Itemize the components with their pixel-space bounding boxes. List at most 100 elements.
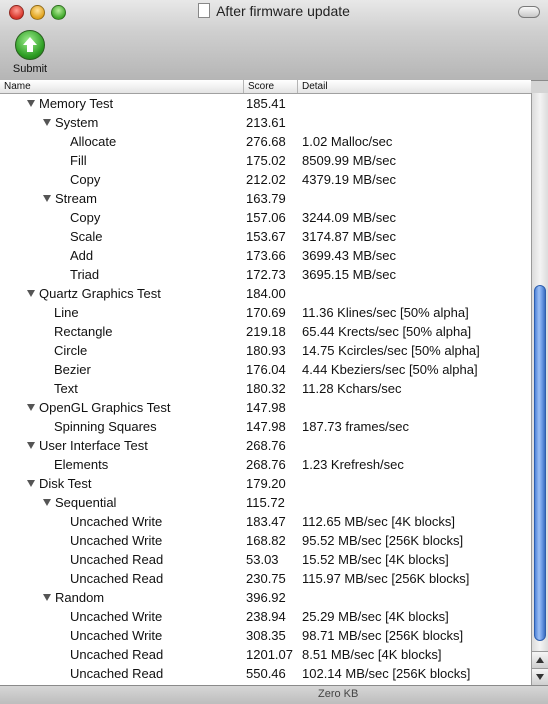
document-icon — [198, 3, 211, 18]
table-row[interactable]: Uncached Write 238.94 25.29 MB/sec [4K blo… — [0, 607, 531, 626]
row-score: 230.75 — [246, 571, 286, 586]
table-row[interactable]: Uncached Read 1201.07 8.51 MB/sec [4K bloc… — [0, 645, 531, 664]
row-score: 276.68 — [246, 134, 286, 149]
table-row[interactable]: Text 180.32 11.28 Kchars/sec — [0, 379, 531, 398]
row-name-cell: Sequential — [0, 493, 243, 512]
table-row[interactable]: Add 173.66 3699.43 MB/sec — [0, 246, 531, 265]
table-row[interactable]: Uncached Write 168.82 95.52 MB/sec [256K b… — [0, 531, 531, 550]
table-row[interactable]: Scale 153.67 3174.87 MB/sec — [0, 227, 531, 246]
row-detail: 14.75 Kcircles/sec [50% alpha] — [302, 343, 480, 358]
table-row[interactable]: Random 396.92 — [0, 588, 531, 607]
row-score: 173.66 — [246, 248, 286, 263]
row-detail: 187.73 frames/sec — [302, 419, 409, 434]
row-name-cell: Allocate — [0, 132, 243, 151]
table-header: Name Score Detail — [0, 80, 531, 94]
row-detail: 1.02 Malloc/sec — [302, 134, 393, 149]
table-row[interactable]: OpenGL Graphics Test 147.98 — [0, 398, 531, 417]
table-row[interactable]: Copy 212.02 4379.19 MB/sec — [0, 170, 531, 189]
row-name: Copy — [70, 172, 101, 187]
scroll-up-arrow-icon[interactable] — [532, 651, 548, 668]
scrollbar-thumb[interactable] — [534, 285, 546, 641]
row-detail: 65.44 Krects/sec [50% alpha] — [302, 324, 472, 339]
table-row[interactable]: Memory Test 185.41 — [0, 94, 531, 113]
table-row[interactable]: Line 170.69 11.36 Klines/sec [50% alpha] — [0, 303, 531, 322]
row-name-cell: Copy — [0, 170, 243, 189]
disclosure-triangle-icon[interactable] — [43, 119, 51, 126]
table-row[interactable]: Spinning Squares 147.98 187.73 frames/sec — [0, 417, 531, 436]
row-score: 213.61 — [246, 115, 286, 130]
disclosure-triangle-icon[interactable] — [27, 290, 35, 297]
table-row[interactable]: Copy 157.06 3244.09 MB/sec — [0, 208, 531, 227]
row-name-cell: System — [0, 113, 243, 132]
row-score: 157.06 — [246, 210, 286, 225]
row-name: Circle — [54, 343, 88, 358]
table-row[interactable]: Quartz Graphics Test 184.00 — [0, 284, 531, 303]
table-row[interactable]: Stream 163.79 — [0, 189, 531, 208]
row-score: 184.00 — [246, 286, 286, 301]
submit-button[interactable]: Submit — [8, 30, 52, 76]
row-score: 183.47 — [246, 514, 286, 529]
column-header-detail[interactable]: Detail — [298, 80, 531, 93]
row-name: Quartz Graphics Test — [39, 286, 161, 301]
row-name: Uncached Write — [70, 533, 163, 548]
table-row[interactable]: Triad 172.73 3695.15 MB/sec — [0, 265, 531, 284]
row-name-cell: Scale — [0, 227, 243, 246]
row-name: Uncached Read — [70, 666, 164, 681]
row-detail: 3695.15 MB/sec — [302, 267, 396, 282]
row-detail: 102.14 MB/sec [256K blocks] — [302, 666, 471, 681]
table-row[interactable]: Uncached Write 308.35 98.71 MB/sec [256K b… — [0, 626, 531, 645]
upload-arrow-icon — [15, 30, 45, 60]
row-score: 179.20 — [246, 476, 286, 491]
table-row[interactable]: Uncached Read 550.46 102.14 MB/sec [256K b… — [0, 664, 531, 683]
disclosure-triangle-icon[interactable] — [43, 594, 51, 601]
row-name: Disk Test — [39, 476, 92, 491]
row-name-cell: Spinning Squares — [0, 417, 243, 436]
row-name: Uncached Read — [70, 552, 164, 567]
row-name-cell: Copy — [0, 208, 243, 227]
column-header-name[interactable]: Name — [0, 80, 244, 93]
table-row[interactable]: Bezier 176.04 4.44 Kbeziers/sec [50% alpha… — [0, 360, 531, 379]
table-row[interactable]: Uncached Read 53.03 15.52 MB/sec [4K block… — [0, 550, 531, 569]
row-name-cell: Line — [0, 303, 243, 322]
row-name-cell: OpenGL Graphics Test — [0, 398, 243, 417]
table-row[interactable]: Uncached Read 230.75 115.97 MB/sec [256K b… — [0, 569, 531, 588]
disclosure-triangle-icon[interactable] — [27, 442, 35, 449]
vertical-scrollbar[interactable] — [531, 93, 548, 685]
table-rows: Memory Test 185.41 System 213.61 Allocate 276… — [0, 94, 531, 683]
table-row[interactable]: Elements 268.76 1.23 Krefresh/sec — [0, 455, 531, 474]
table-row[interactable]: System 213.61 — [0, 113, 531, 132]
disclosure-triangle-icon[interactable] — [27, 480, 35, 487]
row-name-cell: Uncached Read — [0, 569, 243, 588]
table-row[interactable]: Rectangle 219.18 65.44 Krects/sec [50% alp… — [0, 322, 531, 341]
table-row[interactable]: Circle 180.93 14.75 Kcircles/sec [50% alph… — [0, 341, 531, 360]
title-bar: After firmware update Submit — [0, 0, 548, 81]
row-name-cell: Uncached Read — [0, 550, 243, 569]
row-name-cell: User Interface Test — [0, 436, 243, 455]
table-row[interactable]: Sequential 115.72 — [0, 493, 531, 512]
disclosure-triangle-icon[interactable] — [27, 100, 35, 107]
column-header-score[interactable]: Score — [244, 80, 298, 93]
row-name-cell: Elements — [0, 455, 243, 474]
row-name-cell: Uncached Read — [0, 664, 243, 683]
disclosure-triangle-icon[interactable] — [27, 404, 35, 411]
table-row[interactable]: Fill 175.02 8509.99 MB/sec — [0, 151, 531, 170]
table-row[interactable]: User Interface Test 268.76 — [0, 436, 531, 455]
row-name-cell: Uncached Read — [0, 645, 243, 664]
row-detail: 8509.99 MB/sec — [302, 153, 396, 168]
table-row[interactable]: Disk Test 179.20 — [0, 474, 531, 493]
row-detail: 3174.87 MB/sec — [302, 229, 396, 244]
row-detail: 11.28 Kchars/sec — [302, 381, 402, 396]
row-score: 153.67 — [246, 229, 286, 244]
scroll-down-arrow-icon[interactable] — [532, 668, 548, 685]
row-score: 308.35 — [246, 628, 286, 643]
results-outline-table[interactable]: Name Score Detail Memory Test 185.41 Syste… — [0, 80, 531, 685]
disclosure-triangle-icon[interactable] — [43, 195, 51, 202]
disclosure-triangle-icon[interactable] — [43, 499, 51, 506]
row-name-cell: Quartz Graphics Test — [0, 284, 243, 303]
status-text: Zero KB — [318, 688, 359, 700]
row-name: Scale — [70, 229, 103, 244]
toolbar-toggle-button[interactable] — [518, 6, 540, 18]
row-detail: 4.44 Kbeziers/sec [50% alpha] — [302, 362, 478, 377]
table-row[interactable]: Uncached Write 183.47 112.65 MB/sec [4K bl… — [0, 512, 531, 531]
table-row[interactable]: Allocate 276.68 1.02 Malloc/sec — [0, 132, 531, 151]
